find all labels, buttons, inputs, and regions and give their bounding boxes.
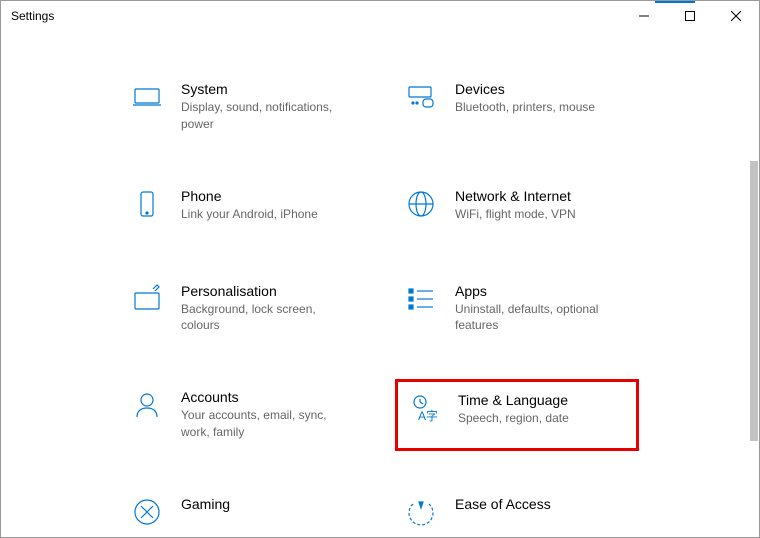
category-title: Devices xyxy=(455,81,631,97)
phone-icon xyxy=(129,188,165,220)
minimize-button[interactable] xyxy=(621,1,667,31)
devices-icon xyxy=(403,81,439,113)
category-title: Accounts xyxy=(181,389,357,405)
category-desc: Bluetooth, printers, mouse xyxy=(455,99,631,116)
category-title: Gaming xyxy=(181,496,357,512)
ease-of-access-icon xyxy=(403,496,439,528)
category-accounts[interactable]: Accounts Your accounts, email, sync, wor… xyxy=(121,379,365,451)
gaming-icon xyxy=(129,496,165,528)
category-network[interactable]: Network & Internet WiFi, flight mode, VP… xyxy=(395,178,639,238)
time-language-icon: A字 xyxy=(406,392,442,424)
category-personalisation[interactable]: Personalisation Background, lock screen,… xyxy=(121,273,365,345)
system-icon xyxy=(129,81,165,113)
category-devices[interactable]: Devices Bluetooth, printers, mouse xyxy=(395,71,639,143)
category-gaming[interactable]: Gaming xyxy=(121,486,365,537)
category-title: Personalisation xyxy=(181,283,357,299)
category-title: Time & Language xyxy=(458,392,628,408)
category-title: System xyxy=(181,81,357,97)
category-desc: Your accounts, email, sync, work, family xyxy=(181,407,357,441)
category-title: Network & Internet xyxy=(455,188,631,204)
maximize-button[interactable] xyxy=(667,1,713,31)
titlebar: Settings xyxy=(1,1,759,31)
settings-grid: System Display, sound, notifications, po… xyxy=(121,71,639,537)
scrollbar-thumb[interactable] xyxy=(750,161,758,441)
category-desc: WiFi, flight mode, VPN xyxy=(455,206,631,223)
apps-icon xyxy=(403,283,439,315)
svg-text:A字: A字 xyxy=(418,408,438,423)
category-desc: Speech, region, date xyxy=(458,410,628,427)
category-desc: Display, sound, notifications, power xyxy=(181,99,357,133)
category-phone[interactable]: Phone Link your Android, iPhone xyxy=(121,178,365,238)
category-apps[interactable]: Apps Uninstall, defaults, optional featu… xyxy=(395,273,639,345)
settings-content: System Display, sound, notifications, po… xyxy=(1,31,759,537)
close-button[interactable] xyxy=(713,1,759,31)
category-time-language[interactable]: A字 Time & Language Speech, region, date xyxy=(395,379,639,451)
category-desc: Uninstall, defaults, optional features xyxy=(455,301,631,335)
category-system[interactable]: System Display, sound, notifications, po… xyxy=(121,71,365,143)
category-ease-of-access[interactable]: Ease of Access xyxy=(395,486,639,537)
category-desc: Link your Android, iPhone xyxy=(181,206,357,223)
category-title: Phone xyxy=(181,188,357,204)
category-title: Apps xyxy=(455,283,631,299)
network-icon xyxy=(403,188,439,220)
category-desc: Background, lock screen, colours xyxy=(181,301,357,335)
accounts-icon xyxy=(129,389,165,421)
personalisation-icon xyxy=(129,283,165,315)
window-controls xyxy=(621,1,759,30)
category-title: Ease of Access xyxy=(455,496,631,512)
window-title: Settings xyxy=(11,9,54,23)
